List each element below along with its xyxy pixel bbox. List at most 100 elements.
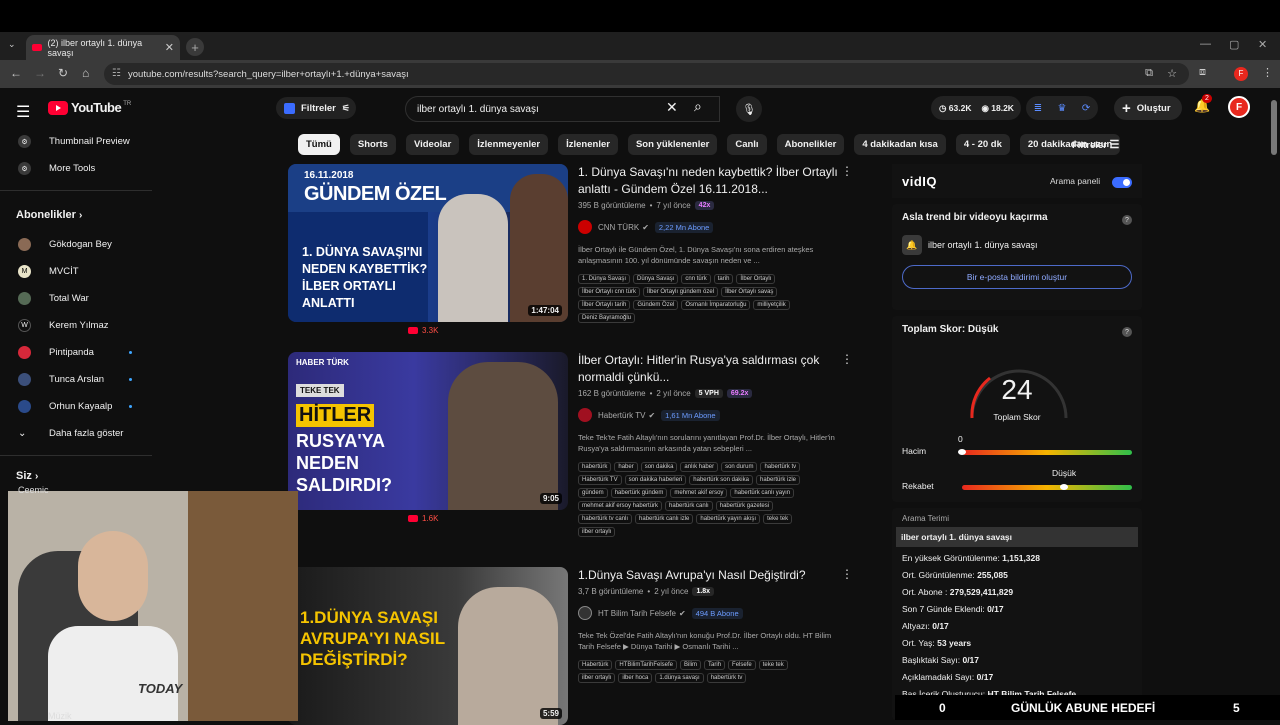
video-tag[interactable]: cnn türk <box>681 274 711 284</box>
sidebar-item-channel[interactable]: M MVCİT <box>0 258 152 285</box>
selected-term[interactable]: ilber ortaylı 1. dünya savaşı <box>896 527 1138 547</box>
chip-subscriptions[interactable]: Abonelikler <box>776 134 845 155</box>
clear-search-icon[interactable]: ✕ <box>666 99 678 116</box>
video-title[interactable]: 1. Dünya Savaşı'nı neden kaybettik? İlbe… <box>578 164 848 198</box>
chip-videos[interactable]: Videolar <box>405 134 460 155</box>
video-tag[interactable]: mehmet akif ersoy habertürk <box>578 501 663 511</box>
bookmark-star-icon[interactable]: ☆ <box>1167 67 1177 80</box>
trophy-icon[interactable]: ♛ <box>1058 103 1067 114</box>
video-tag[interactable]: Osmanlı İmparatorluğu <box>681 300 751 310</box>
video-title[interactable]: İlber Ortaylı: Hitler'in Rusya'ya saldır… <box>578 352 848 386</box>
list-icon[interactable]: ≣ <box>1034 103 1042 114</box>
page-scrollbar[interactable] <box>1271 100 1277 155</box>
create-button[interactable]: + Oluştur <box>1114 96 1182 120</box>
channel-row[interactable]: CNN TÜRK ✔ 2,22 Mn Abone <box>578 220 848 234</box>
video-tag[interactable]: habertürk tv <box>706 673 747 683</box>
video-tag[interactable]: habertürk canlı yayın <box>730 488 795 498</box>
account-avatar[interactable]: F <box>1228 96 1250 118</box>
video-tag[interactable]: habertürk canlı <box>665 501 713 511</box>
video-tag[interactable]: Habertürk TV <box>578 475 622 485</box>
video-tag[interactable]: Bilim <box>680 660 702 670</box>
video-tag[interactable]: İlber Ortaylı savaş <box>721 287 778 297</box>
video-tag[interactable]: Felsefe <box>728 660 756 670</box>
help-icon[interactable]: ? <box>1122 215 1132 225</box>
video-tag[interactable]: habertürk izle <box>755 475 801 485</box>
channel-row[interactable]: HT Bilim Tarih Felsefe ✔ 494 B Abone <box>578 606 848 620</box>
video-tag[interactable]: mehmet akif ersoy <box>670 488 728 498</box>
video-tag[interactable]: İlber Ortaylı cnn türk <box>578 287 641 297</box>
menu-hamburger-icon[interactable]: ☰ <box>16 102 30 122</box>
browser-tab-active[interactable]: (2) ilber ortaylı 1. dünya savaşı ✕ <box>26 35 180 60</box>
video-tag[interactable]: son dakika <box>640 462 678 472</box>
chip-under-4[interactable]: 4 dakikadan kısa <box>854 134 946 155</box>
video-title[interactable]: 1.Dünya Savaşı Avrupa'yı Nasıl Değiştird… <box>578 567 848 584</box>
close-window-icon[interactable]: ✕ <box>1258 38 1267 51</box>
sidebar-item-channel[interactable]: Pintipanda <box>0 339 152 366</box>
video-tag[interactable]: HTBilimTarihFelsefe <box>615 660 678 670</box>
panel-toggle[interactable] <box>1112 177 1132 188</box>
chip-unwatched[interactable]: İzlenmeyenler <box>469 134 549 155</box>
video-tag[interactable]: Tarih <box>704 660 726 670</box>
chip-live[interactable]: Canlı <box>727 134 767 155</box>
chip-4-20[interactable]: 4 - 20 dk <box>955 134 1010 155</box>
video-tag[interactable]: son dakika haberleri <box>624 475 687 485</box>
youtube-logo[interactable]: YouTube TR <box>48 100 131 115</box>
video-tag[interactable]: ilber ortaylı <box>578 527 616 537</box>
help-icon[interactable]: ? <box>1122 327 1132 337</box>
video-tag[interactable]: habertürk yayın akışı <box>696 514 761 524</box>
maximize-icon[interactable]: ▢ <box>1229 38 1239 51</box>
video-tag[interactable]: ilber ortaylı <box>578 673 616 683</box>
close-tab-icon[interactable]: ✕ <box>165 41 174 54</box>
vidiq-tools-pill[interactable]: ≣ ♛ ⟳ <box>1026 96 1098 120</box>
video-tag[interactable]: habertürk canlı izle <box>635 514 694 524</box>
video-tag[interactable]: haber <box>614 462 638 472</box>
video-thumbnail[interactable]: 1.DÜNYA SAVAŞI AVRUPA'YI NASIL DEĞİŞTİRD… <box>288 567 568 725</box>
site-info-icon[interactable]: ☷ <box>112 68 121 79</box>
more-options-icon[interactable]: ⋮ <box>841 164 853 178</box>
video-tag[interactable]: son durum <box>721 462 758 472</box>
browser-menu-icon[interactable]: ⋮ <box>1262 66 1273 79</box>
chip-watched[interactable]: İzlenenler <box>558 134 618 155</box>
video-tag[interactable]: habertürk gündem <box>610 488 668 498</box>
vidiq-stats-pill[interactable]: ◷ 63.2K ◉ 18.2K <box>931 96 1021 120</box>
video-tag[interactable]: İlber Ortaylı gündem özel <box>643 287 719 297</box>
video-tag[interactable]: gündem <box>578 488 608 498</box>
video-tag[interactable]: teke tek <box>758 660 788 670</box>
video-thumbnail[interactable]: 16.11.2018 GÜNDEM ÖZEL 1. DÜNYA SAVAŞI'N… <box>288 164 568 322</box>
profile-icon[interactable]: F <box>1234 67 1248 81</box>
vidiq-filters-button[interactable]: Filtreler ⚟ <box>276 97 356 119</box>
url-field[interactable]: ☷ youtube.com/results?search_query=ilber… <box>104 63 1189 85</box>
video-tag[interactable]: İlber Ortaylı tarih <box>578 300 631 310</box>
video-tag[interactable]: 1.dünya savaşı <box>655 673 704 683</box>
subscriptions-heading[interactable]: Abonelikler › <box>0 199 152 231</box>
video-tag[interactable]: Deniz Bayramoğlu <box>578 313 636 323</box>
chip-all[interactable]: Tümü <box>298 134 340 155</box>
sidebar-item-more-tools[interactable]: ⚙ More Tools <box>0 155 152 182</box>
video-tag[interactable]: ilber hoca <box>618 673 653 683</box>
more-options-icon[interactable]: ⋮ <box>841 567 853 581</box>
more-options-icon[interactable]: ⋮ <box>841 352 853 366</box>
video-tag[interactable]: Dünya Savaşı <box>633 274 679 284</box>
video-tag[interactable]: Habertürk <box>578 660 613 670</box>
video-tag[interactable]: Gündem Özel <box>633 300 679 310</box>
video-tag[interactable]: 1. Dünya Savaşı <box>578 274 631 284</box>
video-tag[interactable]: İlber Ortaylı <box>736 274 776 284</box>
channel-row[interactable]: Habertürk TV ✔ 1,61 Mn Abone <box>578 408 848 422</box>
chip-recent[interactable]: Son yüklenenler <box>627 134 718 155</box>
video-tag[interactable]: anlık haber <box>680 462 719 472</box>
new-tab-button[interactable]: + <box>186 38 204 56</box>
video-tag[interactable]: teke tek <box>763 514 793 524</box>
back-icon[interactable]: ← <box>10 66 22 80</box>
sidebar-item-channel[interactable]: Tunca Arslan <box>0 366 152 393</box>
video-tag[interactable]: habertürk tv canlı <box>578 514 633 524</box>
filters-button[interactable]: Filtreler ☰ <box>1072 138 1119 151</box>
video-tag[interactable]: habertürk <box>578 462 612 472</box>
minimize-icon[interactable]: — <box>1200 38 1211 50</box>
install-icon[interactable]: ⧉ <box>1145 67 1153 80</box>
tab-search-icon[interactable]: ⌄ <box>8 39 16 50</box>
extensions-icon[interactable]: ⧈ <box>1199 66 1206 79</box>
search-icon[interactable]: ⌕ <box>694 98 702 115</box>
video-tag[interactable]: habertürk gazetesi <box>715 501 774 511</box>
create-email-alert-button[interactable]: Bir e-posta bildirimi oluştur <box>902 265 1132 289</box>
sidebar-item-thumbnail-preview[interactable]: ⚙ Thumbnail Preview <box>0 128 152 155</box>
